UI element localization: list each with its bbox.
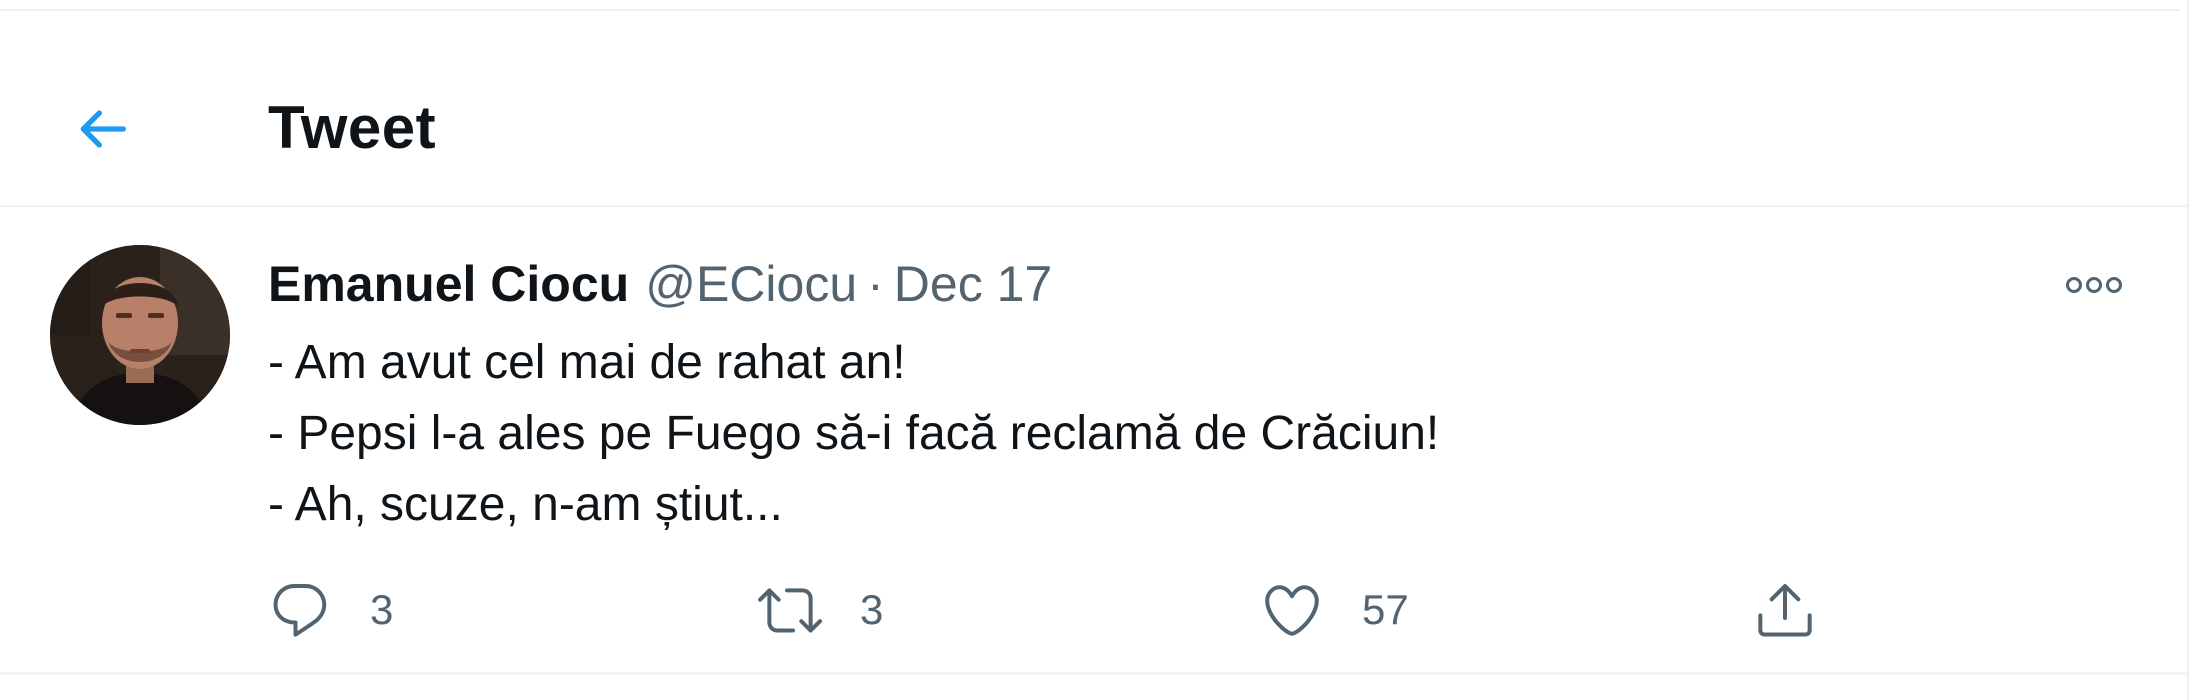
author-name[interactable]: Emanuel Ciocu bbox=[268, 256, 629, 312]
author-handle[interactable]: @ECiocu bbox=[645, 256, 857, 312]
share-button[interactable] bbox=[1753, 565, 1817, 655]
retweet-count: 3 bbox=[860, 586, 884, 633]
right-border bbox=[2187, 0, 2189, 700]
tweet-text: - Am avut cel mai de rahat an! - Pepsi l… bbox=[268, 327, 1439, 540]
reply-button[interactable]: 3 bbox=[268, 565, 393, 655]
avatar[interactable] bbox=[50, 245, 230, 425]
retweet-button[interactable]: 3 bbox=[758, 565, 883, 655]
tweet-card[interactable]: Emanuel Ciocu @ECiocu · Dec 17 - Am avut ce… bbox=[0, 207, 2187, 672]
page-header: Tweet bbox=[0, 11, 2187, 205]
tweet-line: - Am avut cel mai de rahat an! bbox=[268, 336, 906, 389]
share-icon bbox=[1758, 584, 1812, 637]
retweet-icon bbox=[758, 588, 822, 633]
more-options-button[interactable] bbox=[2054, 255, 2134, 315]
tweet-actions: 3 3 57 bbox=[268, 565, 1868, 655]
back-button[interactable] bbox=[56, 83, 148, 175]
bottom-divider bbox=[0, 672, 2187, 675]
reply-count: 3 bbox=[370, 586, 394, 633]
page-title: Tweet bbox=[268, 94, 437, 161]
reply-icon bbox=[273, 583, 327, 637]
like-count: 57 bbox=[1362, 586, 1409, 633]
tweet-line: - Ah, scuze, n-am știut... bbox=[268, 478, 783, 531]
heart-icon bbox=[1265, 585, 1319, 636]
arrow-left-icon bbox=[80, 110, 126, 148]
tweet-header: Emanuel Ciocu @ECiocu · Dec 17 bbox=[268, 253, 1052, 315]
tweet-line: - Pepsi l-a ales pe Fuego să-i facă recl… bbox=[268, 407, 1440, 460]
like-button[interactable]: 57 bbox=[1260, 565, 1409, 655]
avatar-photo bbox=[50, 245, 230, 425]
more-dots-icon bbox=[2066, 277, 2122, 293]
separator-dot: · bbox=[867, 256, 884, 312]
tweet-date[interactable]: Dec 17 bbox=[894, 256, 1052, 312]
